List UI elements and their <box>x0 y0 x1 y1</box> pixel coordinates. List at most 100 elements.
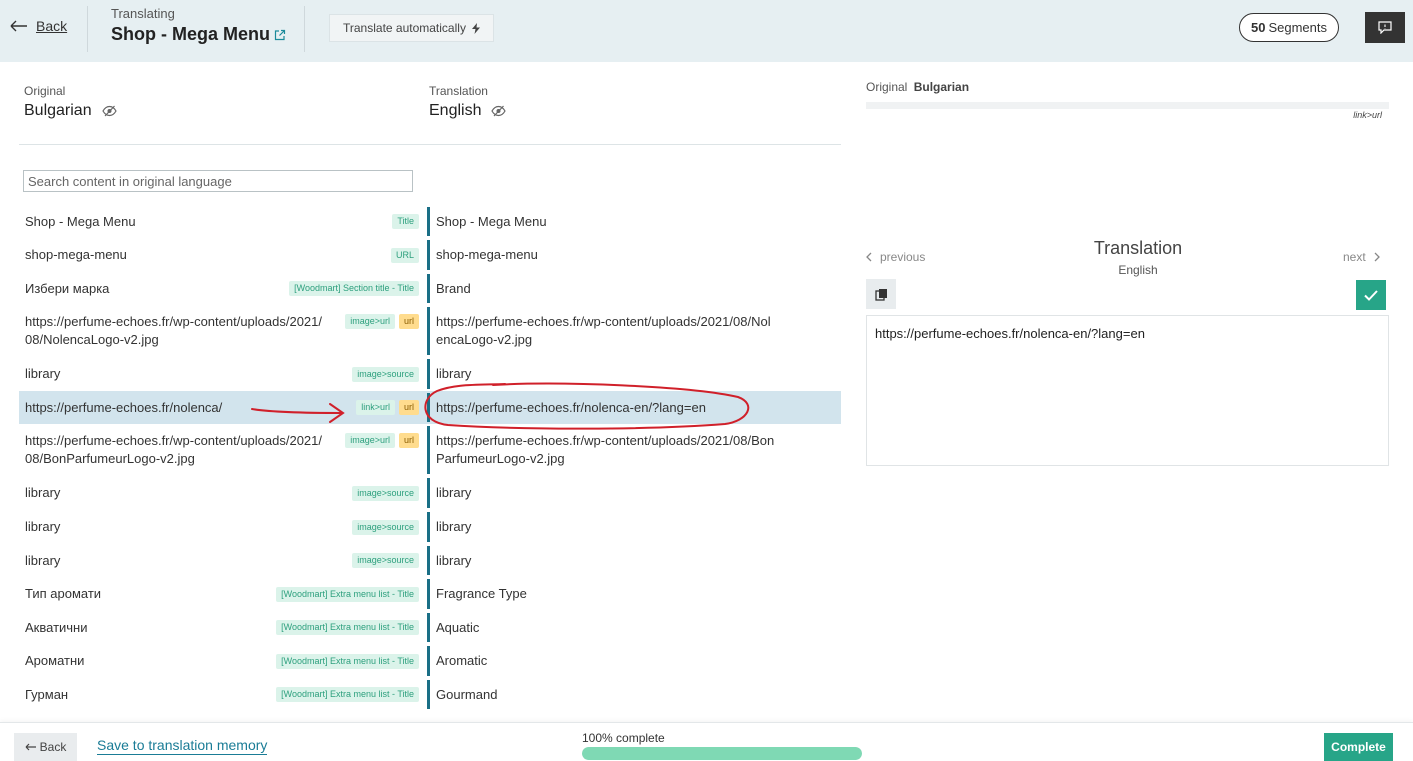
segment-tags: [Woodmart] Extra menu list - Title <box>276 620 419 635</box>
segment-row[interactable]: https://perfume-echoes.fr/wp-content/upl… <box>19 305 841 357</box>
panel-original-header: Original Bulgarian <box>866 80 969 94</box>
translation-language-name: English <box>429 102 482 119</box>
previous-button[interactable]: previous <box>866 250 925 264</box>
segment-tags: link>url url <box>356 400 419 415</box>
segment-tags: Title <box>392 214 419 229</box>
translated-text: Gourmand <box>436 687 498 702</box>
translated-text: https://perfume-echoes.fr/nolenca-en/?la… <box>436 400 706 415</box>
segment-row[interactable]: library image>source library <box>19 510 841 544</box>
title-block: Translating Shop - Mega Menu <box>111 6 286 45</box>
translation-editor[interactable] <box>866 315 1389 466</box>
comments-button[interactable] <box>1365 12 1405 43</box>
segment-row[interactable]: https://perfume-echoes.fr/nolenca/link>u… <box>19 391 841 424</box>
page-title: Shop - Mega Menu <box>111 24 270 44</box>
segment-type-tag: image>url <box>345 433 395 448</box>
arrow-left-icon <box>10 20 27 32</box>
segment-tags: URL <box>390 248 419 263</box>
eye-slash-icon[interactable] <box>491 105 507 117</box>
divider <box>19 144 841 145</box>
segment-tags: [Woodmart] Section title - Title <box>289 281 419 296</box>
segments-button[interactable]: 50 Segments <box>1239 13 1339 42</box>
segment-type-tag: image>source <box>352 486 419 501</box>
next-button[interactable]: next <box>1343 250 1380 264</box>
copy-original-button[interactable] <box>866 279 896 309</box>
translated-text: library <box>436 553 472 568</box>
footer-back-button[interactable]: Back <box>14 733 77 761</box>
divider <box>304 6 305 52</box>
segment-row[interactable]: Акватични [Woodmart] Extra menu list - Ti… <box>19 611 841 644</box>
url-tag: url <box>398 314 419 329</box>
segment-row[interactable]: Гурман [Woodmart] Extra menu list - Title… <box>19 678 841 711</box>
segment-tags: image>source <box>352 367 419 382</box>
original-text: library <box>25 553 61 568</box>
segment-row[interactable]: library image>source library <box>19 544 841 577</box>
segments-label: Segments <box>1268 20 1327 35</box>
original-text-box <box>866 102 1389 109</box>
segment-row[interactable]: library image>source library <box>19 357 841 391</box>
segments-count: 50 <box>1250 20 1266 35</box>
save-to-translation-memory-link[interactable]: Save to translation memory <box>97 737 268 755</box>
segment-type-tag: Title <box>392 214 419 229</box>
top-bar: Back Translating Shop - Mega Menu Transl… <box>0 0 1413 62</box>
comment-icon <box>1378 21 1392 34</box>
original-text: library <box>25 366 61 381</box>
original-text: library <box>25 519 61 534</box>
search-input[interactable] <box>23 170 413 192</box>
original-text: https://perfume-echoes.fr/wp-content/upl… <box>25 433 323 466</box>
back-label: Back <box>36 18 68 34</box>
original-text: library <box>25 485 61 500</box>
segment-type-tag: image>source <box>352 553 419 568</box>
translated-text: https://perfume-echoes.fr/wp-content/upl… <box>436 433 775 466</box>
confirm-button[interactable] <box>1356 280 1386 310</box>
segment-row[interactable]: https://perfume-echoes.fr/wp-content/upl… <box>19 424 841 476</box>
copy-icon <box>874 288 887 301</box>
segment-type-tag: image>source <box>352 367 419 382</box>
segment-type-tag: URL <box>390 248 419 263</box>
translate-automatically-button[interactable]: Translate automatically <box>329 14 494 42</box>
segment-tags: image>url url <box>345 433 419 448</box>
original-language-header: Original Bulgarian <box>24 84 117 120</box>
segment-status-bar <box>427 613 430 642</box>
segment-status-bar <box>427 579 430 609</box>
segment-type-tag: image>source <box>352 520 419 535</box>
segment-status-bar <box>427 307 430 355</box>
translation-language-header: Translation English <box>429 84 507 120</box>
original-text: shop-mega-menu <box>25 247 127 262</box>
segment-type-tag: [Woodmart] Extra menu list - Title <box>276 587 419 602</box>
segment-row[interactable]: Shop - Mega Menu Title Shop - Mega Menu <box>19 205 841 238</box>
chevron-left-icon <box>866 252 872 262</box>
translation-panel-title: Translation <box>1093 238 1183 258</box>
segment-status-bar <box>427 207 430 236</box>
progress-label: 100% complete <box>582 731 665 745</box>
segment-tags: [Woodmart] Extra menu list - Title <box>276 587 419 602</box>
translation-label: Translation <box>429 84 488 98</box>
progress-bar <box>582 747 862 760</box>
footer-back-label: Back <box>39 740 67 754</box>
translated-text: shop-mega-menu <box>436 247 538 262</box>
translated-text: https://perfume-echoes.fr/wp-content/upl… <box>436 314 771 347</box>
translated-text: Aquatic <box>436 620 480 635</box>
page-subtitle: Translating <box>111 6 175 21</box>
url-tag: url <box>398 400 419 415</box>
segment-tags: image>source <box>352 553 419 568</box>
complete-button[interactable]: Complete <box>1324 733 1393 761</box>
segment-row[interactable]: shop-mega-menu URL shop-mega-menu <box>19 238 841 272</box>
segment-status-bar <box>427 546 430 575</box>
external-link-icon[interactable] <box>274 29 286 41</box>
translated-text: Aromatic <box>436 653 488 668</box>
previous-label: previous <box>880 250 926 264</box>
segment-row[interactable]: Тип аромати [Woodmart] Extra menu list - … <box>19 577 841 611</box>
segment-status-bar <box>427 359 430 389</box>
segment-type-tag: [Woodmart] Section title - Title <box>289 281 419 296</box>
original-text: Shop - Mega Menu <box>25 214 136 229</box>
chevron-right-icon <box>1374 252 1380 262</box>
segment-status-bar <box>427 646 430 676</box>
translated-text: library <box>436 485 472 500</box>
segment-status-bar <box>427 680 430 709</box>
segment-row[interactable]: library image>source library <box>19 476 841 510</box>
eye-slash-icon[interactable] <box>101 105 117 117</box>
segment-row[interactable]: Избери марка [Woodmart] Section title - T… <box>19 272 841 305</box>
segment-row[interactable]: Ароматни [Woodmart] Extra menu list - Tit… <box>19 644 841 678</box>
back-link[interactable]: Back <box>10 18 67 34</box>
original-text: https://perfume-echoes.fr/nolenca/ <box>25 400 223 415</box>
